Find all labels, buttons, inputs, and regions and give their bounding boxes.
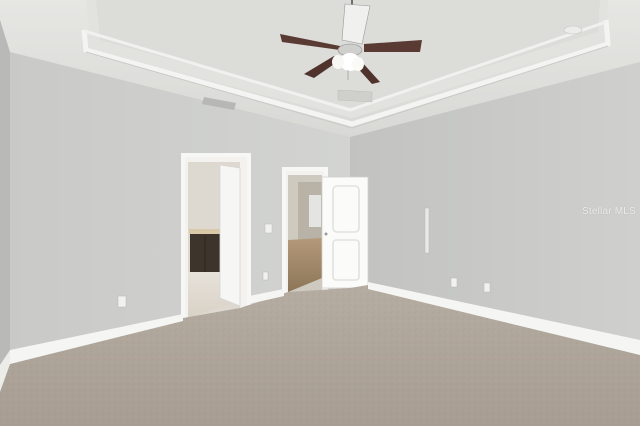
- room-illustration: [0, 0, 640, 426]
- bathroom-door: [219, 164, 241, 307]
- watermark: Stellar MLS: [582, 206, 636, 217]
- wall-strip: [424, 207, 430, 254]
- outlet: [483, 282, 491, 293]
- ceiling-vent-center: [337, 89, 373, 103]
- hallway-doorway: [282, 167, 328, 298]
- outlet: [117, 295, 127, 308]
- bathroom-doorway: [181, 153, 251, 324]
- outlet: [262, 271, 269, 281]
- smoke-detector: [563, 25, 583, 35]
- light-switch: [264, 223, 273, 234]
- bedroom-photo: Stellar MLS: [0, 0, 640, 426]
- panel-door: [321, 176, 369, 289]
- outlet: [450, 277, 458, 288]
- side-wall: [0, 20, 10, 370]
